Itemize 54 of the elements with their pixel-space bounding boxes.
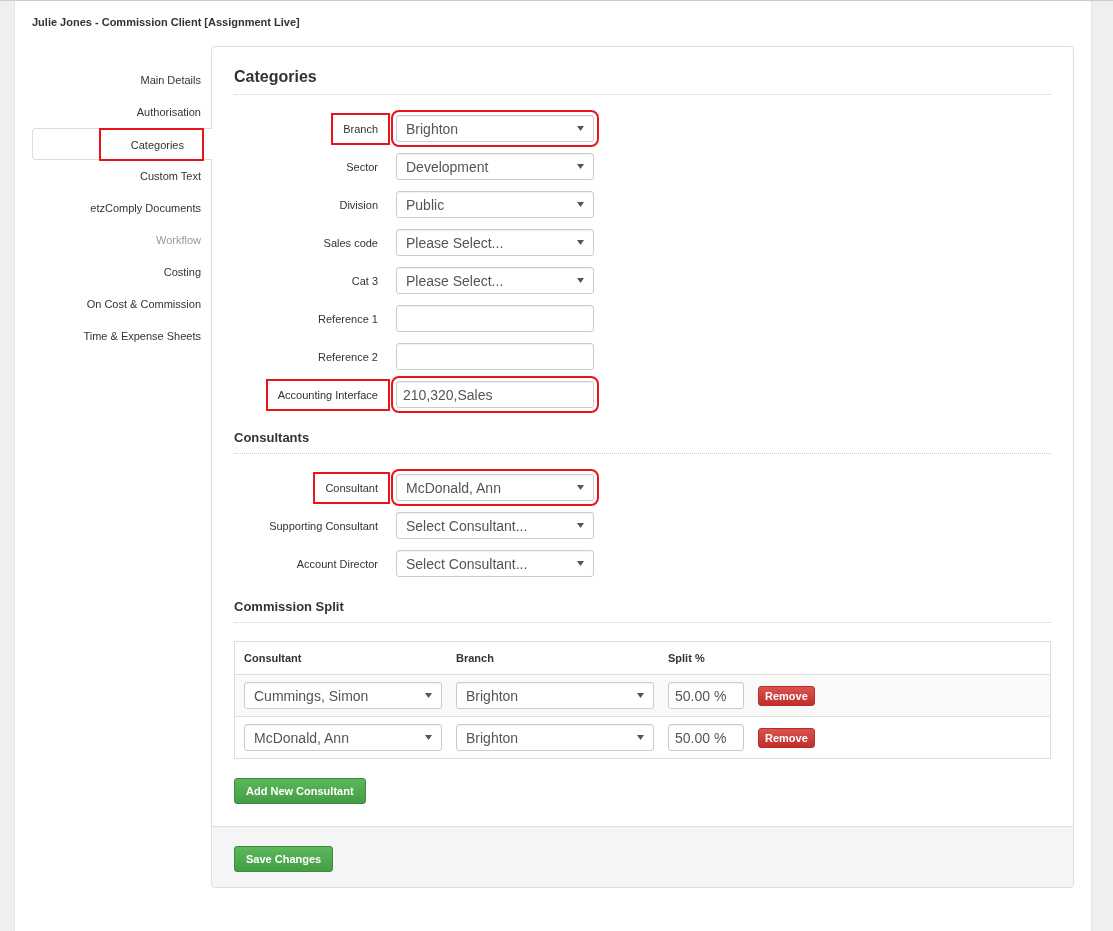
dropdown[interactable]: Public (396, 191, 594, 218)
caret-icon (577, 126, 584, 131)
consultant-dropdown[interactable]: McDonald, Ann (244, 724, 442, 751)
sidebar-item[interactable]: Time & Expense Sheets (32, 320, 211, 352)
page-title: Julie Jones - Commission Client [Assignment Live] (32, 16, 301, 28)
caret-icon (577, 561, 584, 566)
caret-icon (577, 240, 584, 245)
caret-icon (637, 735, 644, 740)
sidebar-item[interactable]: Custom Text (32, 160, 211, 192)
dropdown[interactable]: Please Select... (396, 229, 594, 256)
field-label: Supporting Consultant (269, 519, 378, 532)
field-label: Sales code (323, 236, 378, 249)
column-header: Split % (668, 652, 706, 664)
field-label: Account Director (296, 557, 378, 570)
field-label: Branch (333, 114, 388, 143)
split-input[interactable]: 50.00 % (668, 724, 744, 751)
remove-button[interactable]: Remove (758, 727, 815, 748)
consultant-dropdown[interactable]: Cummings, Simon (244, 682, 442, 709)
caret-icon (637, 693, 644, 698)
dropdown[interactable]: Development (396, 153, 594, 180)
sidebar-item[interactable]: Authorisation (32, 96, 211, 128)
branch-dropdown[interactable]: Brighton (456, 682, 654, 709)
caret-icon (577, 164, 584, 169)
split-input[interactable]: 50.00 % (668, 682, 744, 709)
sidebar-item[interactable]: On Cost & Commission (32, 288, 211, 320)
caret-icon (425, 693, 432, 698)
field-label: Accounting Interface (267, 380, 388, 409)
remove-button[interactable]: Remove (758, 685, 815, 706)
field-label: Sector (346, 160, 378, 173)
dropdown[interactable]: Please Select... (396, 267, 594, 294)
caret-icon (425, 735, 432, 740)
column-header: Consultant (244, 652, 303, 664)
field-label: Cat 3 (351, 274, 378, 287)
dropdown[interactable]: Select Consultant... (396, 512, 594, 539)
input-field[interactable] (396, 343, 594, 370)
field-label: Division (339, 198, 378, 211)
field-label: Consultant (315, 473, 388, 502)
column-header: Branch (456, 652, 495, 664)
sidebar-item[interactable]: Categories (32, 128, 212, 160)
sidebar-item[interactable]: Main Details (32, 64, 211, 96)
input-field[interactable] (396, 305, 594, 332)
field-label: Reference 1 (318, 312, 378, 325)
caret-icon (577, 278, 584, 283)
branch-dropdown[interactable]: Brighton (456, 724, 654, 751)
field-label: Reference 2 (318, 350, 378, 363)
section-heading: Consultants (234, 430, 1051, 454)
caret-icon (577, 485, 584, 490)
dropdown[interactable]: Select Consultant... (396, 550, 594, 577)
sidebar-item[interactable]: Costing (32, 256, 211, 288)
sidebar-item[interactable]: etzComply Documents (32, 192, 211, 224)
section-heading: Commission Split (234, 599, 1051, 623)
section-heading: Categories (234, 68, 1051, 95)
caret-icon (577, 523, 584, 528)
caret-icon (577, 202, 584, 207)
